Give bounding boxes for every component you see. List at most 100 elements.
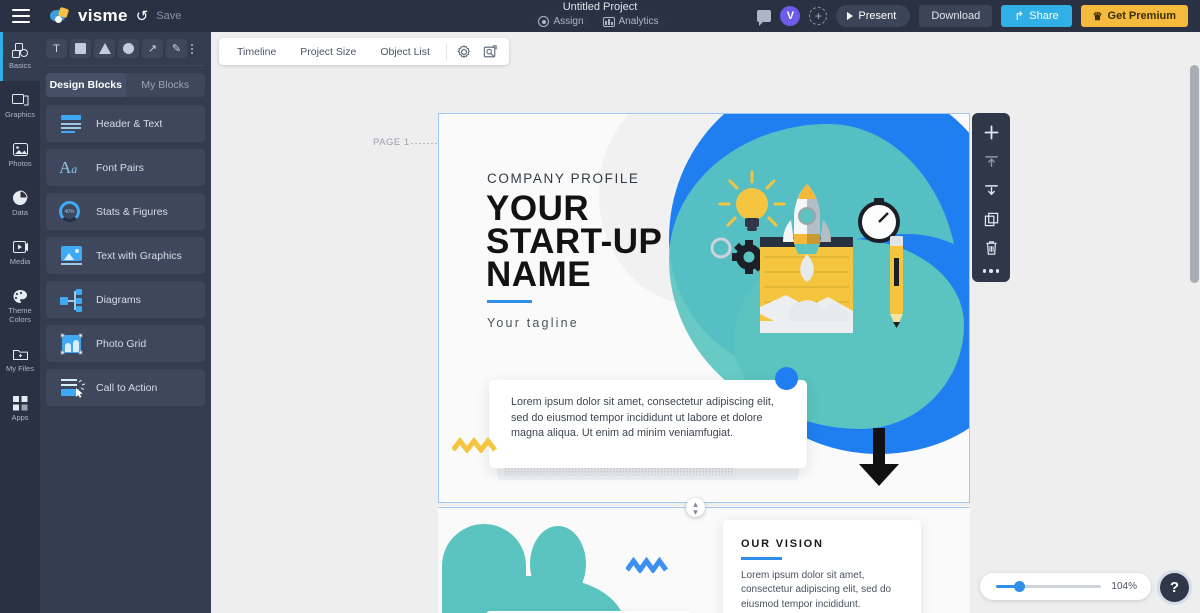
sidebar-item-theme-colors[interactable]: Theme Colors — [0, 277, 40, 335]
assign-label: Assign — [553, 16, 584, 27]
project-title[interactable]: Untitled Project — [563, 1, 638, 13]
analytics-icon — [602, 16, 615, 27]
block-photo-grid[interactable]: Photo Grid — [46, 325, 205, 362]
shape-tool-bar: T ↗ ✎ — [40, 32, 211, 65]
crown-icon: ♛ — [1092, 10, 1103, 23]
present-button[interactable]: Present — [836, 5, 911, 27]
sidebar-item-photos[interactable]: Photos — [0, 130, 40, 179]
undo-arrow-icon[interactable]: ↺ — [136, 7, 149, 25]
gear-icon[interactable] — [451, 42, 477, 62]
timeline-button[interactable]: Timeline — [225, 46, 288, 58]
teal-shape-c — [530, 526, 586, 602]
slide-1[interactable]: COMPANY PROFILE YOUR START-UP NAME Your … — [438, 113, 970, 503]
block-label: Font Pairs — [96, 161, 144, 174]
more-options-icon[interactable] — [191, 43, 193, 54]
resize-slide-handle-icon[interactable]: ▴ ▾ — [686, 498, 705, 517]
slide-tools — [972, 113, 1010, 282]
sidebar-item-apps[interactable]: Apps — [0, 384, 40, 433]
object-list-button[interactable]: Object List — [368, 46, 442, 58]
more-dots-icon[interactable] — [982, 265, 1000, 273]
slide1-tagline[interactable]: Your tagline — [487, 316, 579, 330]
slide1-title[interactable]: YOUR START-UP NAME — [486, 191, 663, 292]
block-header-text[interactable]: Header & Text — [46, 105, 205, 142]
tab-design-blocks[interactable]: Design Blocks — [46, 73, 126, 97]
header-text-icon — [59, 112, 85, 136]
sidebar-label-apps: Apps — [11, 412, 29, 422]
sidebar-item-media[interactable]: Media — [0, 228, 40, 277]
line-arrow-tool[interactable]: ↗ — [142, 39, 163, 58]
blocks-list: Header & Text Aa Font Pairs Stats & Figu… — [46, 105, 205, 406]
sidebar-item-graphics[interactable]: Graphics — [0, 81, 40, 130]
pen-icon: ✎ — [171, 43, 182, 55]
download-button[interactable]: Download — [919, 5, 993, 27]
slide1-body-card[interactable]: Lorem ipsum dolor sit amet, consectetur … — [489, 380, 807, 468]
duplicate-button[interactable] — [978, 207, 1005, 231]
help-button[interactable]: ? — [1160, 573, 1189, 602]
title-line-2: START-UP — [486, 222, 663, 261]
sidebar-item-basics[interactable]: Basics — [0, 32, 40, 81]
add-collaborator-icon[interactable]: + — [809, 7, 828, 25]
triangle-tool[interactable] — [94, 39, 115, 58]
assign-button[interactable]: Assign — [534, 15, 591, 28]
hamburger-icon[interactable] — [12, 9, 30, 23]
sidebar-label-graphics: Graphics — [4, 109, 35, 119]
page-label: PAGE 1 — [373, 137, 410, 148]
slide1-eyebrow[interactable]: COMPANY PROFILE — [487, 171, 640, 186]
graphics-icon — [11, 92, 29, 109]
circle-tool[interactable] — [118, 39, 139, 58]
save-button[interactable]: Save — [156, 10, 181, 22]
block-label: Call to Action — [96, 381, 158, 394]
slide2-right-card[interactable]: OUR VISION Lorem ipsum dolor sit amet, c… — [723, 520, 921, 613]
comment-icon[interactable] — [757, 10, 772, 26]
share-arrow-icon: ↱ — [1014, 9, 1025, 23]
call-to-action-icon — [59, 376, 85, 400]
top-bar-actions: V + Present Download ↱ Share ♛ Get Premi… — [757, 5, 1200, 27]
share-button[interactable]: ↱ Share — [1001, 5, 1072, 27]
dot-grid-decoration — [504, 467, 734, 475]
get-premium-button[interactable]: ♛ Get Premium — [1080, 5, 1188, 27]
project-size-button[interactable]: Project Size — [288, 46, 368, 58]
zoom-control[interactable]: 104% — [980, 573, 1151, 600]
block-diagrams[interactable]: Diagrams — [46, 281, 205, 318]
sidebar-item-my-files[interactable]: My Files — [0, 335, 40, 384]
sidebar-label-my-files: My Files — [6, 363, 34, 373]
rocket-launch-illustration — [710, 170, 903, 333]
vertical-scrollbar[interactable] — [1190, 65, 1199, 283]
block-stats-figures[interactable]: Stats & Figures — [46, 193, 205, 230]
block-text-with-graphics[interactable]: Text with Graphics — [46, 237, 205, 274]
text-tool[interactable]: T — [46, 39, 67, 58]
avatar[interactable]: V — [780, 6, 801, 26]
panel-tabs: Design Blocks My Blocks — [46, 73, 205, 97]
line-arrow-icon: ↗ — [147, 43, 158, 55]
slide-2[interactable]: OUR VISION OUR VISION Lorem ipsum dolor … — [438, 506, 970, 613]
stats-figures-icon — [59, 200, 85, 224]
move-down-button[interactable] — [978, 178, 1005, 202]
sidebar-item-data[interactable]: Data — [0, 179, 40, 228]
sidebar-label-photos: Photos — [8, 158, 32, 168]
share-label: Share — [1029, 10, 1059, 22]
rectangle-icon — [75, 43, 86, 54]
slide2-right-heading: OUR VISION — [741, 538, 824, 550]
my-files-icon — [11, 346, 29, 363]
zoom-slider[interactable] — [996, 581, 1102, 592]
toolbar-divider — [445, 43, 447, 60]
analytics-button[interactable]: Analytics — [598, 15, 666, 28]
pen-tool[interactable]: ✎ — [166, 39, 187, 58]
add-slide-button[interactable] — [978, 120, 1005, 144]
delete-button[interactable] — [978, 236, 1005, 260]
title-underline — [487, 300, 532, 303]
preview-frame-icon[interactable] — [477, 42, 503, 62]
block-call-to-action[interactable]: Call to Action — [46, 369, 205, 406]
block-font-pairs[interactable]: Aa Font Pairs — [46, 149, 205, 186]
canvas-area[interactable]: Timeline Project Size Object List PAGE 1 — [211, 32, 1200, 613]
slide2-right-body: Lorem ipsum dolor sit amet, consectetur … — [741, 569, 892, 610]
text-with-graphics-icon — [59, 244, 85, 268]
tab-my-blocks[interactable]: My Blocks — [126, 73, 206, 97]
assign-icon — [538, 16, 550, 27]
zoom-slider-knob[interactable] — [1014, 581, 1026, 592]
panel-divider — [46, 65, 205, 66]
move-up-button[interactable] — [978, 149, 1005, 173]
rectangle-tool[interactable] — [70, 39, 91, 58]
media-video-icon — [11, 239, 29, 256]
brand-logo[interactable]: visme — [49, 6, 128, 26]
